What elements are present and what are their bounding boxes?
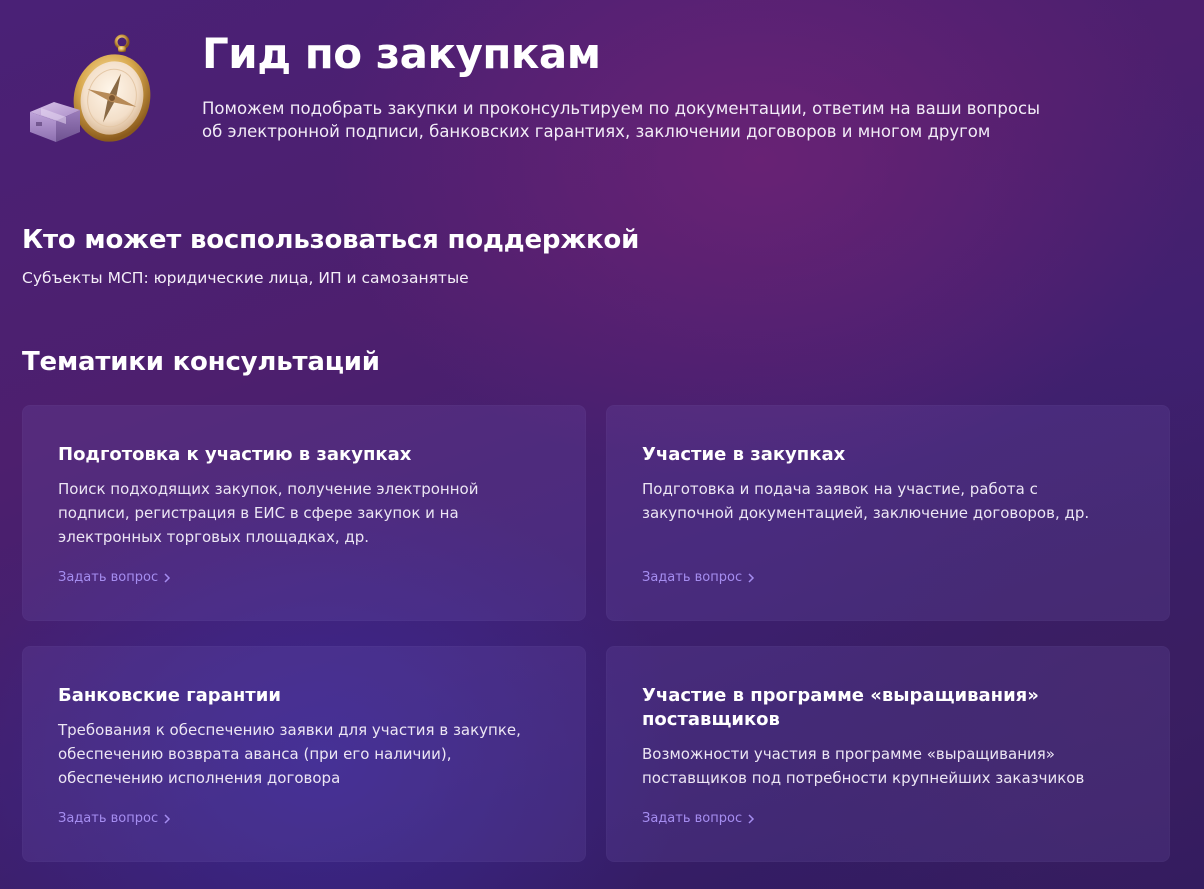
topic-card-bank-guarantees: Банковские гарантии Требования к обеспеч… bbox=[22, 646, 586, 862]
ask-question-link[interactable]: Задать вопрос bbox=[58, 810, 171, 828]
topic-card-text: Подготовка и подача заявок на участие, р… bbox=[642, 480, 1090, 522]
ask-question-label: Задать вопрос bbox=[58, 811, 159, 826]
topic-card-title: Участие в программе «выращивания» постав… bbox=[642, 685, 1039, 730]
chevron-right-icon bbox=[748, 814, 755, 824]
topic-card-participation: Участие в закупках Подготовка и подача з… bbox=[606, 405, 1170, 621]
topic-card-title: Участие в закупках bbox=[642, 444, 846, 465]
support-section-title: Кто может воспользоваться поддержкой bbox=[22, 225, 640, 255]
ask-question-label: Задать вопрос bbox=[642, 570, 743, 585]
support-section-subtitle: Субъекты МСП: юридические лица, ИП и сам… bbox=[22, 269, 469, 287]
topic-card-title: Банковские гарантии bbox=[58, 685, 281, 706]
chevron-right-icon bbox=[748, 573, 755, 583]
ask-question-label: Задать вопрос bbox=[642, 811, 743, 826]
topic-card-supplier-growth: Участие в программе «выращивания» постав… bbox=[606, 646, 1170, 862]
topic-card-text: Возможности участия в программе «выращив… bbox=[642, 745, 1085, 787]
topic-card-text: Поиск подходящих закупок, получение элек… bbox=[58, 480, 479, 546]
page-description: Поможем подобрать закупки и проконсульти… bbox=[202, 99, 1041, 141]
chevron-right-icon bbox=[164, 814, 171, 824]
topic-card-title: Подготовка к участию в закупках bbox=[58, 444, 412, 465]
topics-section-title: Тематики консультаций bbox=[22, 347, 380, 377]
topic-card-text: Требования к обеспечению заявки для учас… bbox=[58, 721, 521, 787]
compass-and-box-icon bbox=[24, 24, 152, 144]
page-title: Гид по закупкам bbox=[202, 29, 601, 78]
ask-question-link[interactable]: Задать вопрос bbox=[642, 810, 755, 828]
ask-question-label: Задать вопрос bbox=[58, 570, 159, 585]
ask-question-link[interactable]: Задать вопрос bbox=[642, 569, 755, 587]
chevron-right-icon bbox=[164, 573, 171, 583]
ask-question-link[interactable]: Задать вопрос bbox=[58, 569, 171, 587]
topic-card-preparation: Подготовка к участию в закупках Поиск по… bbox=[22, 405, 586, 621]
